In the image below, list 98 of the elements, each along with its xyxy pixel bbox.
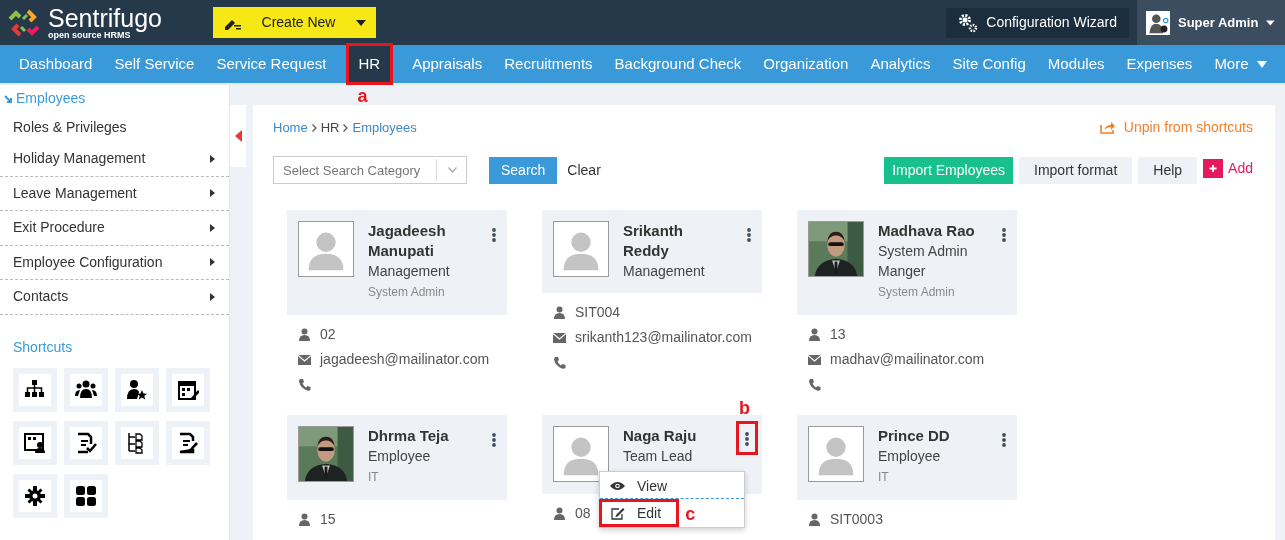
employee-role: Employee xyxy=(368,447,432,466)
shortcut-button[interactable] xyxy=(64,473,108,518)
shortcut-button[interactable] xyxy=(13,473,57,518)
employee-name[interactable]: Srikanth Reddy xyxy=(623,221,729,261)
id-card-icon xyxy=(24,431,46,454)
caret-icon xyxy=(356,19,366,26)
phone-icon xyxy=(553,356,566,369)
user-icon xyxy=(298,328,311,341)
user-icon xyxy=(298,513,311,526)
mail-icon xyxy=(298,353,311,366)
employee-email: madhav@mailinator.com xyxy=(830,350,985,369)
employee-role: Team Lead xyxy=(623,447,694,466)
breadcrumb-link[interactable]: Employees xyxy=(352,117,417,138)
employee-id: 02 xyxy=(320,325,336,344)
settings-icon xyxy=(24,484,46,507)
user-icon xyxy=(808,328,821,341)
grid-icon xyxy=(75,484,97,507)
employee-id: 15 xyxy=(320,510,336,529)
sidebar-item[interactable]: Roles & Privileges xyxy=(0,112,229,142)
employee-id: SIT0003 xyxy=(830,510,883,529)
kebab-icon xyxy=(747,228,751,243)
employee-name[interactable]: Jagadeesh Manupati xyxy=(368,221,474,261)
brand-name: Sentrifugo xyxy=(48,5,162,31)
plus-icon xyxy=(1203,159,1224,178)
clear-button[interactable]: Clear xyxy=(557,159,611,181)
edit-icon xyxy=(611,506,625,520)
collapse-icon[interactable] xyxy=(234,130,242,142)
caret-icon xyxy=(1266,19,1275,26)
action-button[interactable]: Help xyxy=(1138,156,1198,184)
breadcrumb-link[interactable]: Home xyxy=(273,117,308,138)
employee-name[interactable]: Dhrma Teja xyxy=(368,426,449,446)
search-category-field[interactable]: Select Search Category xyxy=(273,156,467,184)
sidebar-item[interactable]: Holiday Management xyxy=(0,142,229,177)
employee-email: srikanth123@mailinator.com xyxy=(575,328,752,347)
add-button[interactable]: Add xyxy=(1203,158,1253,179)
user-icon xyxy=(808,513,821,526)
arrow-icon xyxy=(4,94,12,103)
shortcut-button[interactable] xyxy=(166,367,210,412)
shortcut-button[interactable] xyxy=(115,367,159,412)
create-new-button[interactable]: Create New xyxy=(213,7,376,38)
employee-name[interactable]: Naga Raju xyxy=(623,426,697,446)
user-icon xyxy=(553,507,566,520)
employee-id: SIT004 xyxy=(575,303,621,322)
action-button[interactable]: Import format xyxy=(1019,156,1133,184)
shortcut-button[interactable] xyxy=(64,367,108,412)
employee-role: Management xyxy=(623,262,706,281)
kebab-icon xyxy=(492,228,496,243)
employee-name[interactable]: Madhava Rao xyxy=(878,221,984,241)
employee-department: System Admin xyxy=(878,284,956,301)
kebab-icon xyxy=(1002,433,1006,448)
shortcut-button[interactable] xyxy=(166,420,210,465)
employee-id: 08 xyxy=(575,504,591,523)
user-avatar-icon xyxy=(1146,8,1170,37)
unpin-icon xyxy=(1099,121,1116,134)
document-edit-icon xyxy=(177,431,199,454)
gears-icon xyxy=(958,12,979,33)
user-star-icon xyxy=(126,378,148,401)
employee-role: Management xyxy=(368,262,451,281)
mail-icon xyxy=(808,353,821,366)
breadcrumb-text: HR xyxy=(320,118,340,137)
phone-icon xyxy=(298,378,311,391)
employee-department: IT xyxy=(878,469,890,486)
employee-email: jagadeesh@mailinator.com xyxy=(320,350,490,369)
employee-name[interactable]: Prince DD xyxy=(878,426,950,446)
employee-id: 13 xyxy=(830,325,846,344)
sidebar-item[interactable]: Leave Management xyxy=(0,176,229,211)
chevron-icon xyxy=(311,123,317,132)
user-icon xyxy=(553,306,566,319)
employee-role: System Admin Manger xyxy=(878,242,969,281)
chevron-down-icon xyxy=(448,167,457,173)
sidebar-item[interactable]: Employee Configuration xyxy=(0,245,229,280)
sidebar-item[interactable]: Exit Procedure xyxy=(0,211,229,246)
kebab-icon xyxy=(1002,228,1006,243)
callout-label: a xyxy=(357,87,368,105)
mail-icon xyxy=(553,331,566,344)
section-heading: Shortcuts xyxy=(13,337,74,357)
shortcut-button[interactable] xyxy=(13,367,57,412)
menu-item[interactable]: View xyxy=(600,474,678,498)
shortcut-button[interactable] xyxy=(64,420,108,465)
calendar-edit-icon xyxy=(177,378,199,401)
callout-label: b xyxy=(739,399,750,417)
document-check-icon xyxy=(75,431,97,454)
chevron-icon xyxy=(343,123,349,132)
brand-tagline: open source HRMS xyxy=(48,30,131,40)
callout-label: c xyxy=(685,505,696,523)
shortcut-button[interactable] xyxy=(13,420,57,465)
shortcut-button[interactable] xyxy=(115,420,159,465)
eye-icon xyxy=(610,481,625,491)
employee-department: IT xyxy=(368,469,380,486)
kebab-icon xyxy=(492,433,496,448)
sidebar-item[interactable]: Contacts xyxy=(0,280,229,315)
caret-icon xyxy=(1256,60,1267,68)
configuration-wizard-button[interactable]: Configuration Wizard xyxy=(946,7,1129,38)
employee-role: Employee xyxy=(878,447,942,466)
phone-icon xyxy=(808,378,821,391)
employee-department: System Admin xyxy=(368,284,446,301)
kebab-icon xyxy=(745,431,749,446)
people-icon xyxy=(75,378,97,401)
